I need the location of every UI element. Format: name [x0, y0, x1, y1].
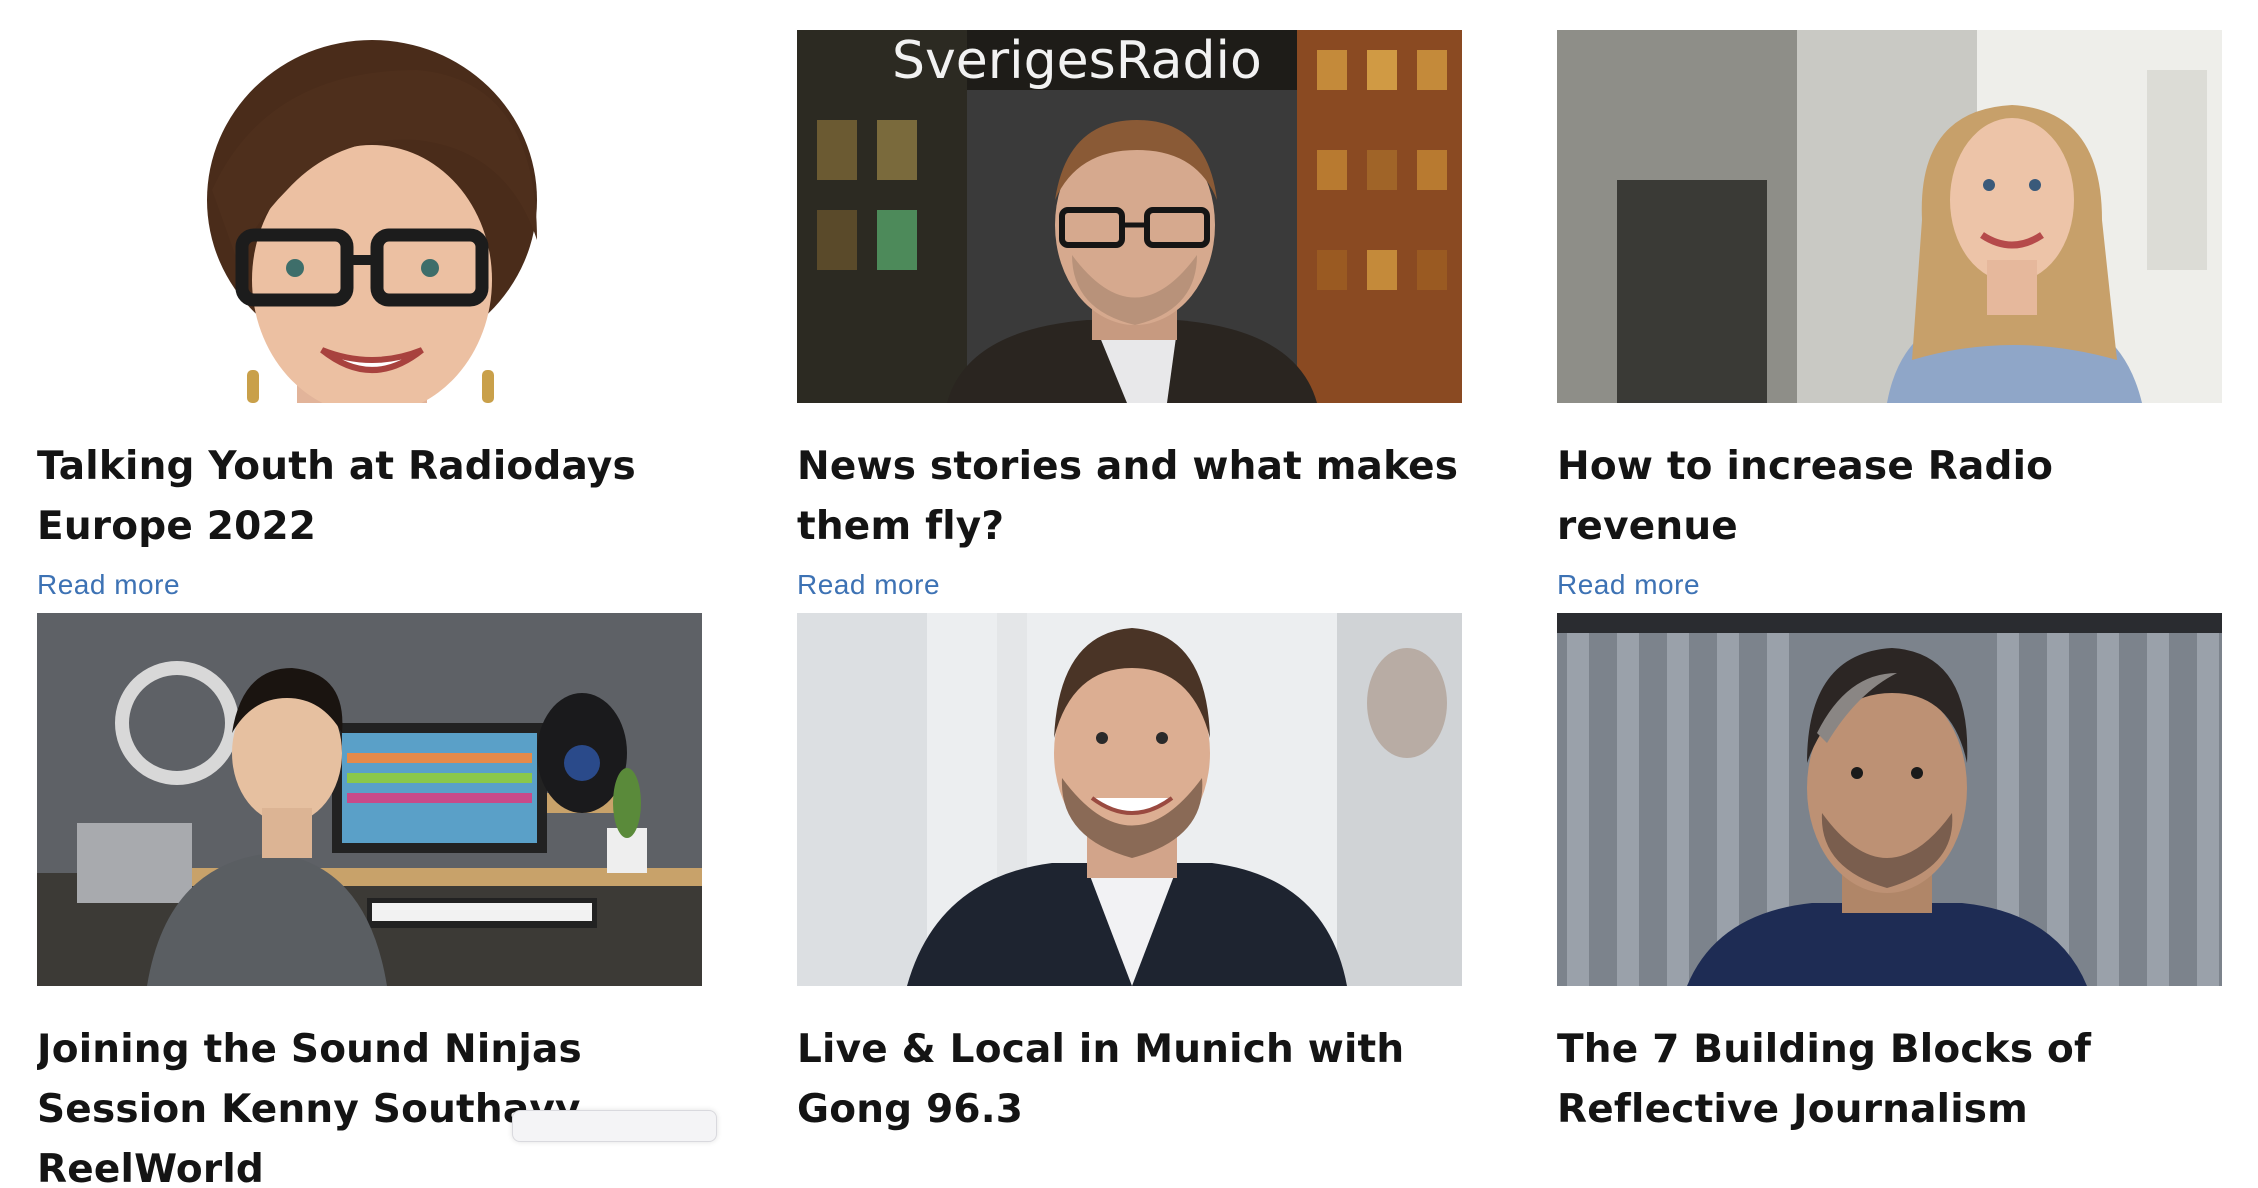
portrait-woman-office-image	[1557, 30, 2222, 403]
article-thumbnail[interactable]	[37, 613, 702, 986]
article-card: The 7 Building Blocks of Reflective Jour…	[1557, 613, 2222, 1188]
read-more-link[interactable]: Read more	[797, 569, 1462, 601]
article-thumbnail[interactable]: SverigesRadio	[797, 30, 1462, 403]
read-more-link[interactable]: Read more	[1557, 569, 2222, 601]
article-thumbnail[interactable]	[1557, 613, 2222, 986]
building-sign: SverigesRadio	[892, 31, 1262, 91]
music-studio-image	[37, 613, 702, 986]
article-card: Talking Youth at Radiodays Europe 2022 R…	[37, 30, 702, 605]
article-thumbnail[interactable]	[797, 613, 1462, 986]
read-more-link[interactable]: Read more	[37, 569, 702, 601]
portrait-woman-image	[37, 30, 702, 403]
article-title[interactable]: Talking Youth at Radiodays Europe 2022	[37, 437, 702, 557]
portrait-man-radio-building-image: SverigesRadio	[797, 30, 1462, 403]
article-grid: Talking Youth at Radiodays Europe 2022 R…	[37, 30, 2223, 1188]
article-title[interactable]: The 7 Building Blocks of Reflective Jour…	[1557, 1020, 2222, 1140]
article-thumbnail[interactable]	[1557, 30, 2222, 403]
article-card: How to increase Radio revenue Read more	[1557, 30, 2222, 605]
portrait-man-suit-image	[797, 613, 1462, 986]
article-title[interactable]: Live & Local in Munich with Gong 96.3	[797, 1020, 1462, 1140]
article-card: SverigesRadio News stories and what make…	[797, 30, 1462, 605]
article-title[interactable]: News stories and what makes them fly?	[797, 437, 1462, 557]
article-title[interactable]: How to increase Radio revenue	[1557, 437, 2222, 557]
article-thumbnail[interactable]	[37, 30, 702, 403]
article-title[interactable]: Joining the Sound Ninjas Session Kenny S…	[37, 1020, 702, 1188]
article-card: Joining the Sound Ninjas Session Kenny S…	[37, 613, 702, 1188]
article-card: Live & Local in Munich with Gong 96.3	[797, 613, 1462, 1188]
portrait-man-wall-image	[1557, 613, 2222, 986]
tooltip-popup	[512, 1110, 717, 1142]
